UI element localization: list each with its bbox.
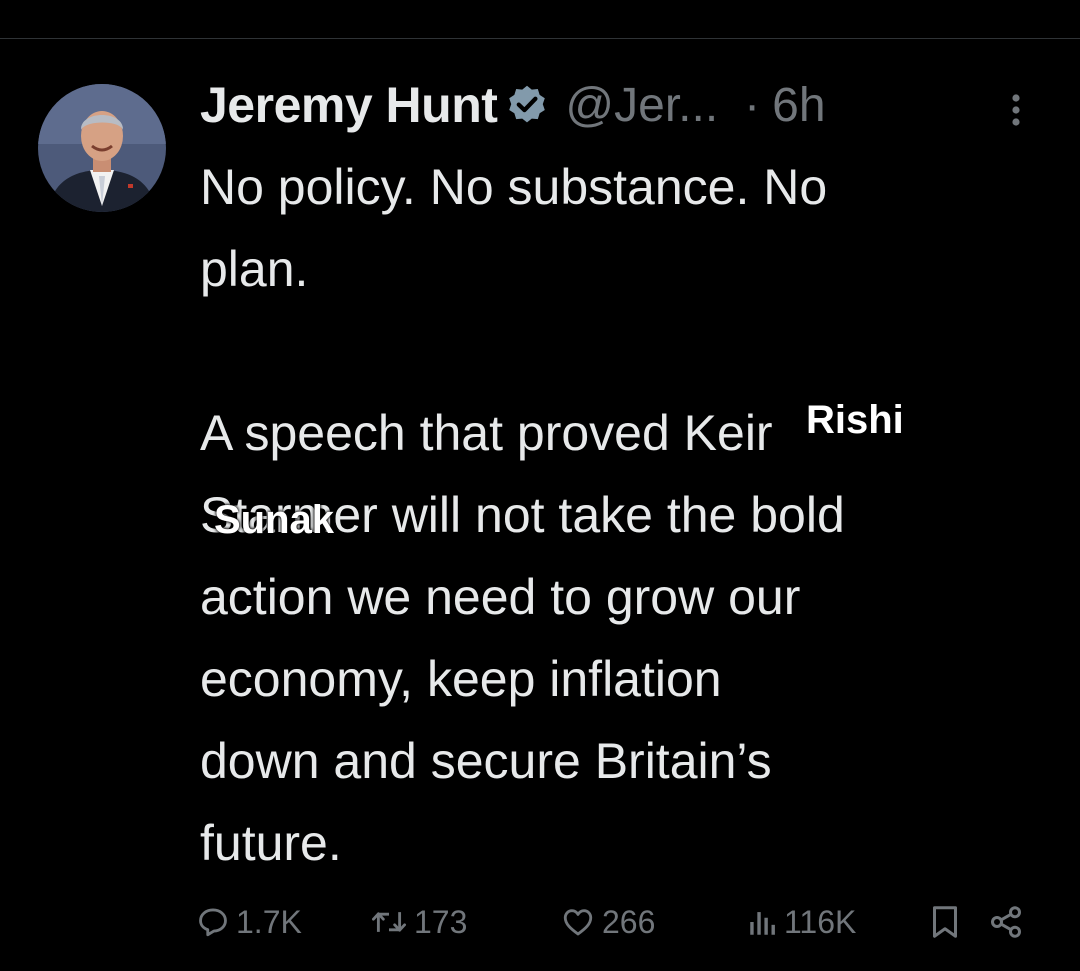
retweet-count: 173 [414,903,468,940]
tweet-line: No policy. No substance. No [200,159,828,215]
reply-button[interactable]: 1.7K [196,898,302,946]
reply-count: 1.7K [236,903,302,940]
tweet-line: future. [200,815,342,871]
like-button[interactable]: 266 [560,898,655,946]
header-separator: · [744,78,761,132]
share-button[interactable] [988,898,1024,946]
avatar-photo [38,84,166,212]
tweet-line: plan. [200,241,309,297]
views-count: 116K [784,903,857,940]
views-icon [750,912,775,935]
top-divider [0,38,1080,39]
bookmark-icon [933,906,957,938]
retweet-button[interactable]: 173 [370,898,467,946]
verified-badge-icon[interactable] [505,83,549,127]
tweet-header: Jeremy Hunt @Jer... · 6h [200,72,1030,138]
like-count: 266 [602,903,656,940]
tweet-line: action we need to grow our [200,569,801,625]
tweet-timestamp[interactable]: 6h [772,78,825,133]
views-button[interactable]: 116K [748,898,856,946]
more-options-icon[interactable] [1004,90,1028,130]
author-name[interactable]: Jeremy Hunt [200,76,498,134]
avatar[interactable] [38,84,166,212]
overlay-caption-bottom: Sunak [214,498,335,542]
author-handle[interactable]: @Jer... [565,78,718,133]
retweet-icon [371,912,406,932]
tweet-line: A speech that proved Keir [200,405,773,461]
tweet-actions: 1.7K 173 266 116K [196,898,1036,946]
bookmark-button[interactable] [930,898,960,946]
tweet-line: economy, keep inflation [200,651,722,707]
heart-icon [563,909,593,936]
overlay-caption-top: Rishi [806,398,904,442]
share-icon [991,906,1021,938]
reply-icon [199,908,227,937]
tweet-line: down and secure Britain’s [200,733,772,789]
